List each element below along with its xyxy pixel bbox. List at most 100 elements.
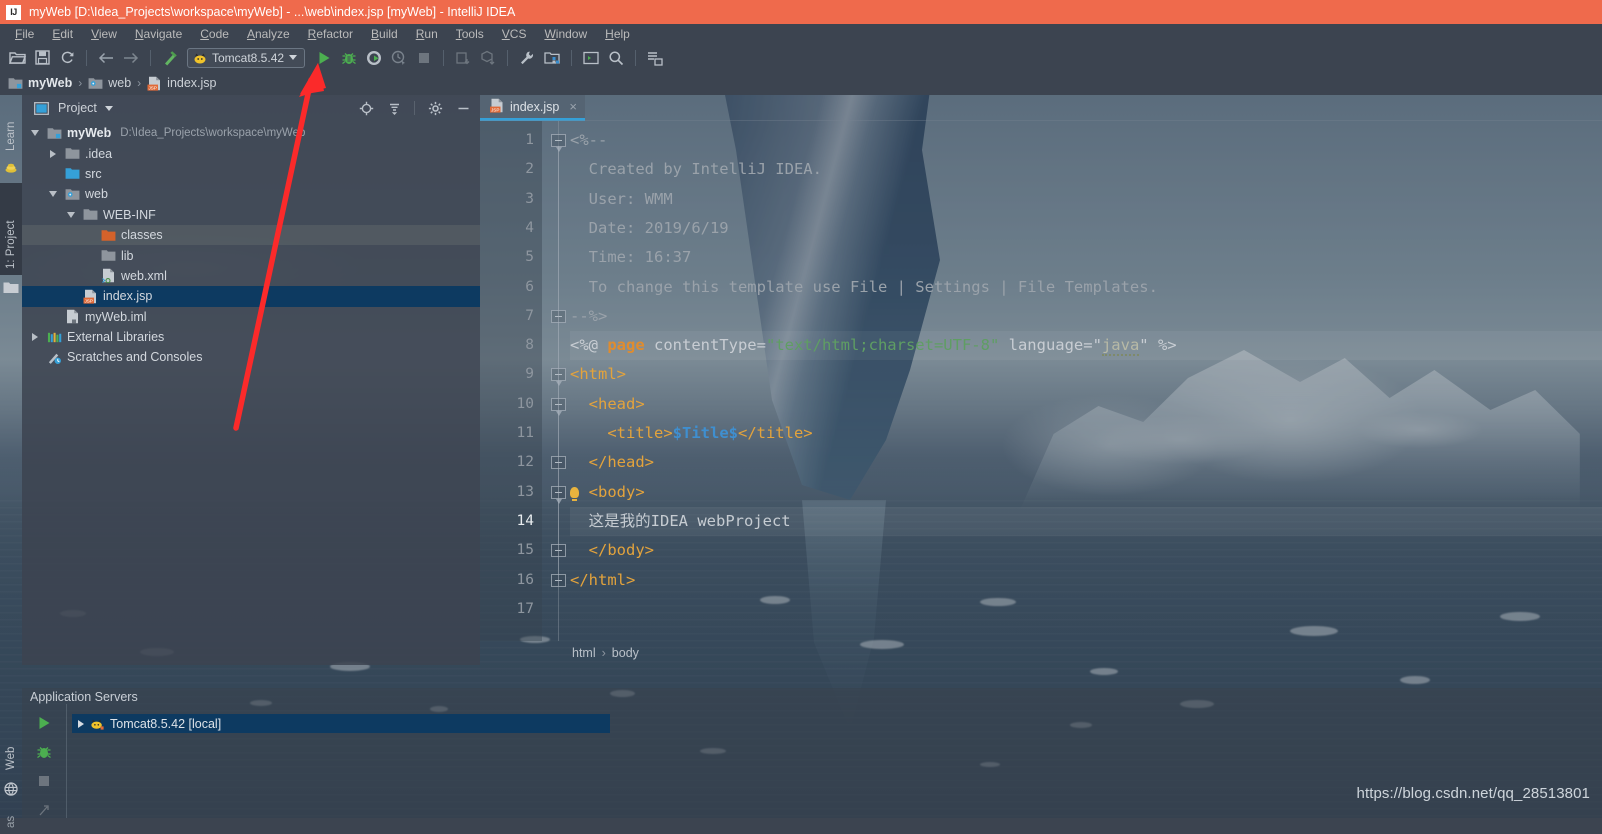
code-line[interactable]: --%> [570,302,1602,331]
navigation-breadcrumb-bar[interactable]: myWeb›web›JSPindex.jsp [0,71,1602,95]
menu-item-edit[interactable]: Edit [43,25,82,43]
locate-target-icon[interactable] [355,98,377,118]
code-line[interactable]: </body> [570,536,1602,565]
sidebar-item-learn[interactable]: Learn [0,95,22,157]
profile-icon[interactable] [387,47,411,69]
navbar-crumb-index-jsp[interactable]: JSPindex.jsp [147,76,216,91]
run-configuration-selector[interactable]: Tomcat8.5.42 [187,48,305,68]
breadcrumb-body[interactable]: body [612,646,639,660]
intention-bulb-icon[interactable] [570,487,579,498]
code-line[interactable]: Created by IntelliJ IDEA. [570,155,1602,184]
terminal-icon[interactable] [579,47,603,69]
tree-node-web[interactable]: web [22,184,480,204]
chevron-right-icon[interactable] [46,150,60,158]
jsp-file-icon: JSP [83,289,98,304]
debug-icon[interactable] [33,743,55,760]
editor-gutter[interactable]: 1234567891011121314151617 [480,121,542,641]
tree-node-index-jsp[interactable]: JSPindex.jsp [22,286,480,306]
code-line[interactable]: User: WMM [570,185,1602,214]
editor-tab-index-jsp[interactable]: JSP index.jsp × [480,95,585,121]
tree-node-myweb-iml[interactable]: myWeb.iml [22,307,480,327]
code-line[interactable]: <%-- [570,126,1602,155]
search-everywhere-icon[interactable] [604,47,628,69]
menu-item-help[interactable]: Help [596,25,639,43]
tree-node-lib[interactable]: lib [22,245,480,265]
tree-node-scratches-and-consoles[interactable]: Scratches and Consoles [22,347,480,367]
navbar-crumb-web[interactable]: web [88,76,131,91]
code-line[interactable]: </head> [570,448,1602,477]
menu-item-build[interactable]: Build [362,25,407,43]
tree-node-web-xml[interactable]: web.xml [22,266,480,286]
chevron-down-icon[interactable] [46,191,60,197]
code-line[interactable]: </html> [570,566,1602,595]
update-project-icon[interactable] [451,47,475,69]
chevron-down-icon[interactable] [28,130,42,136]
menu-item-run[interactable]: Run [407,25,447,43]
code-line[interactable]: <html> [570,360,1602,389]
menu-item-view[interactable]: View [82,25,126,43]
code-line[interactable]: Date: 2019/6/19 [570,214,1602,243]
code-line[interactable]: <title>$Title$</title> [570,419,1602,448]
settings-wrench-icon[interactable] [515,47,539,69]
menu-item-vcs[interactable]: VCS [493,25,536,43]
settings-icon[interactable] [33,801,55,818]
chevron-down-icon[interactable] [289,55,297,60]
project-structure-icon[interactable] [540,47,564,69]
code-token-attr: language= [999,336,1092,354]
chevron-down-icon[interactable] [105,106,113,111]
code-line[interactable]: <%@ page contentType="text/html;charset=… [570,331,1602,360]
back-arrow-icon[interactable] [94,47,118,69]
tree-node-src[interactable]: src [22,164,480,184]
tree-node--idea[interactable]: .idea [22,143,480,163]
project-file-tree[interactable]: myWebD:\Idea_Projects\workspace\myWeb.id… [22,121,480,665]
menu-item-code[interactable]: Code [191,25,238,43]
navbar-crumb-myweb[interactable]: myWeb [8,76,72,91]
iml-file-icon [65,309,80,324]
menu-item-navigate[interactable]: Navigate [126,25,191,43]
run-coverage-icon[interactable] [362,47,386,69]
code-line[interactable]: Time: 16:37 [570,243,1602,272]
menu-item-analyze[interactable]: Analyze [238,25,299,43]
tree-node-external-libraries[interactable]: External Libraries [22,327,480,347]
menu-item-file[interactable]: File [6,25,43,43]
code-line[interactable]: 这是我的IDEA webProject [570,507,1602,536]
chevron-right-icon[interactable] [28,333,42,341]
sync-refresh-icon[interactable] [55,47,79,69]
database-icon[interactable] [643,47,667,69]
code-editor[interactable]: 1234567891011121314151617 <%-- Created b… [480,121,1602,641]
code-line[interactable]: <body> [570,478,1602,507]
code-line[interactable] [570,595,1602,624]
code-line[interactable]: To change this template use File | Setti… [570,273,1602,302]
server-list-item[interactable]: Tomcat8.5.42 [local] [72,714,610,733]
open-folder-icon[interactable] [5,47,29,69]
sidebar-item-web[interactable]: Web [0,726,22,776]
close-icon[interactable]: × [569,99,577,114]
collapse-all-icon[interactable] [383,98,405,118]
gear-icon[interactable] [424,98,446,118]
menu-item-tools[interactable]: Tools [447,25,493,43]
commit-icon[interactable] [476,47,500,69]
run-icon[interactable] [312,47,336,69]
code-line[interactable]: <head> [570,390,1602,419]
stop-icon[interactable] [33,772,55,789]
chevron-down-icon[interactable] [64,212,78,218]
menu-item-refactor[interactable]: Refactor [299,25,362,43]
sidebar-item-more[interactable]: as [0,804,22,834]
breadcrumb-html[interactable]: html [572,646,596,660]
hide-minimize-icon[interactable] [452,98,474,118]
rerun-icon[interactable] [33,714,55,731]
stop-icon[interactable] [412,47,436,69]
tree-node-classes[interactable]: classes [22,225,480,245]
sidebar-item-project[interactable]: 1: Project [0,183,22,275]
line-number: 13 [480,478,534,507]
build-hammer-icon[interactable] [158,47,182,69]
menu-item-window[interactable]: Window [535,25,596,43]
expand-arrow-icon[interactable] [78,720,84,728]
tree-node-web-inf[interactable]: WEB-INF [22,205,480,225]
tree-node-myweb[interactable]: myWebD:\Idea_Projects\workspace\myWeb [22,123,480,143]
editor-tabbar: JSP index.jsp × [480,95,1602,121]
editor-breadcrumb[interactable]: html › body [480,641,1602,665]
forward-arrow-icon[interactable] [119,47,143,69]
debug-icon[interactable] [337,47,361,69]
save-all-icon[interactable] [30,47,54,69]
